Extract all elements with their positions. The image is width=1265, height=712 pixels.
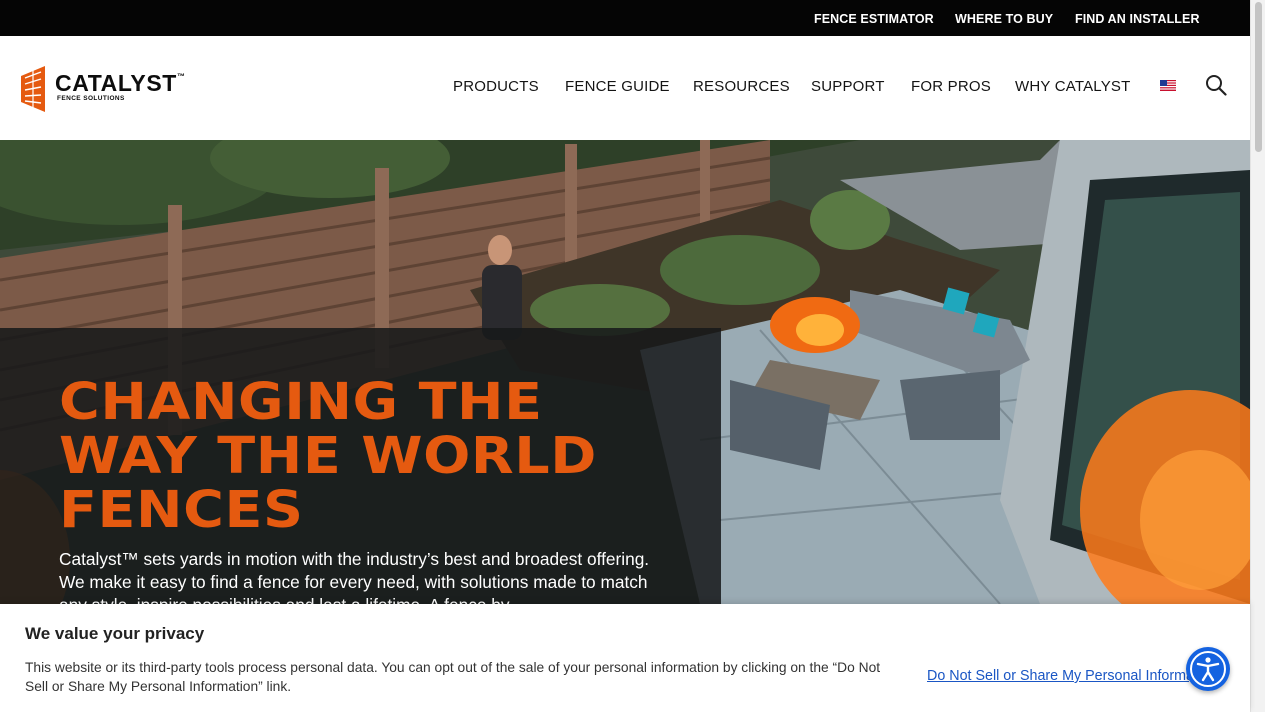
search-icon[interactable] <box>1205 74 1227 96</box>
main-header: CATALYST™ FENCE SOLUTIONS PRODUCTS FENCE… <box>0 36 1250 140</box>
nav-resources[interactable]: RESOURCES <box>693 78 790 95</box>
privacy-banner: We value your privacy This website or it… <box>0 604 1250 712</box>
catalyst-logo[interactable]: CATALYST™ FENCE SOLUTIONS <box>19 66 209 112</box>
hero-title-line-1: CHANGING THE <box>59 373 543 432</box>
logo-wordmark: CATALYST™ <box>55 70 186 96</box>
logo-tagline: FENCE SOLUTIONS <box>57 95 125 102</box>
privacy-title: We value your privacy <box>25 624 205 643</box>
hero-description: Catalyst™ sets yards in motion with the … <box>59 549 650 604</box>
find-an-installer-link[interactable]: FIND AN INSTALLER <box>1075 12 1200 26</box>
hero-title-line-2: WAY THE WORLD <box>59 427 597 486</box>
nav-why-catalyst[interactable]: WHY CATALYST <box>1015 78 1130 95</box>
page-scrollbar[interactable] <box>1250 0 1265 712</box>
privacy-text: This website or its third-party tools pr… <box>25 660 881 694</box>
where-to-buy-link[interactable]: WHERE TO BUY <box>955 12 1053 26</box>
accessibility-icon <box>1190 651 1226 687</box>
hero-section: CHANGING THE WAY THE WORLD FENCES Cataly… <box>0 140 1250 604</box>
nav-products[interactable]: PRODUCTS <box>453 78 539 95</box>
hero-title-line-3: FENCES <box>59 481 304 540</box>
us-flag-icon[interactable] <box>1160 80 1176 91</box>
hero-title: CHANGING THE WAY THE WORLD FENCES <box>59 376 597 538</box>
nav-fence-guide[interactable]: FENCE GUIDE <box>565 78 670 95</box>
fence-estimator-link[interactable]: FENCE ESTIMATOR <box>814 12 934 26</box>
nav-support[interactable]: SUPPORT <box>811 78 885 95</box>
utility-bar: FENCE ESTIMATOR WHERE TO BUY FIND AN INS… <box>0 0 1250 36</box>
hero-text-panel: CHANGING THE WAY THE WORLD FENCES Cataly… <box>0 328 721 604</box>
catalyst-logo-icon <box>21 66 45 112</box>
do-not-sell-link[interactable]: Do Not Sell or Share My Personal Informa… <box>927 668 1189 684</box>
scrollbar-thumb[interactable] <box>1255 2 1262 152</box>
nav-for-pros[interactable]: FOR PROS <box>911 78 991 95</box>
accessibility-button[interactable] <box>1186 647 1230 691</box>
